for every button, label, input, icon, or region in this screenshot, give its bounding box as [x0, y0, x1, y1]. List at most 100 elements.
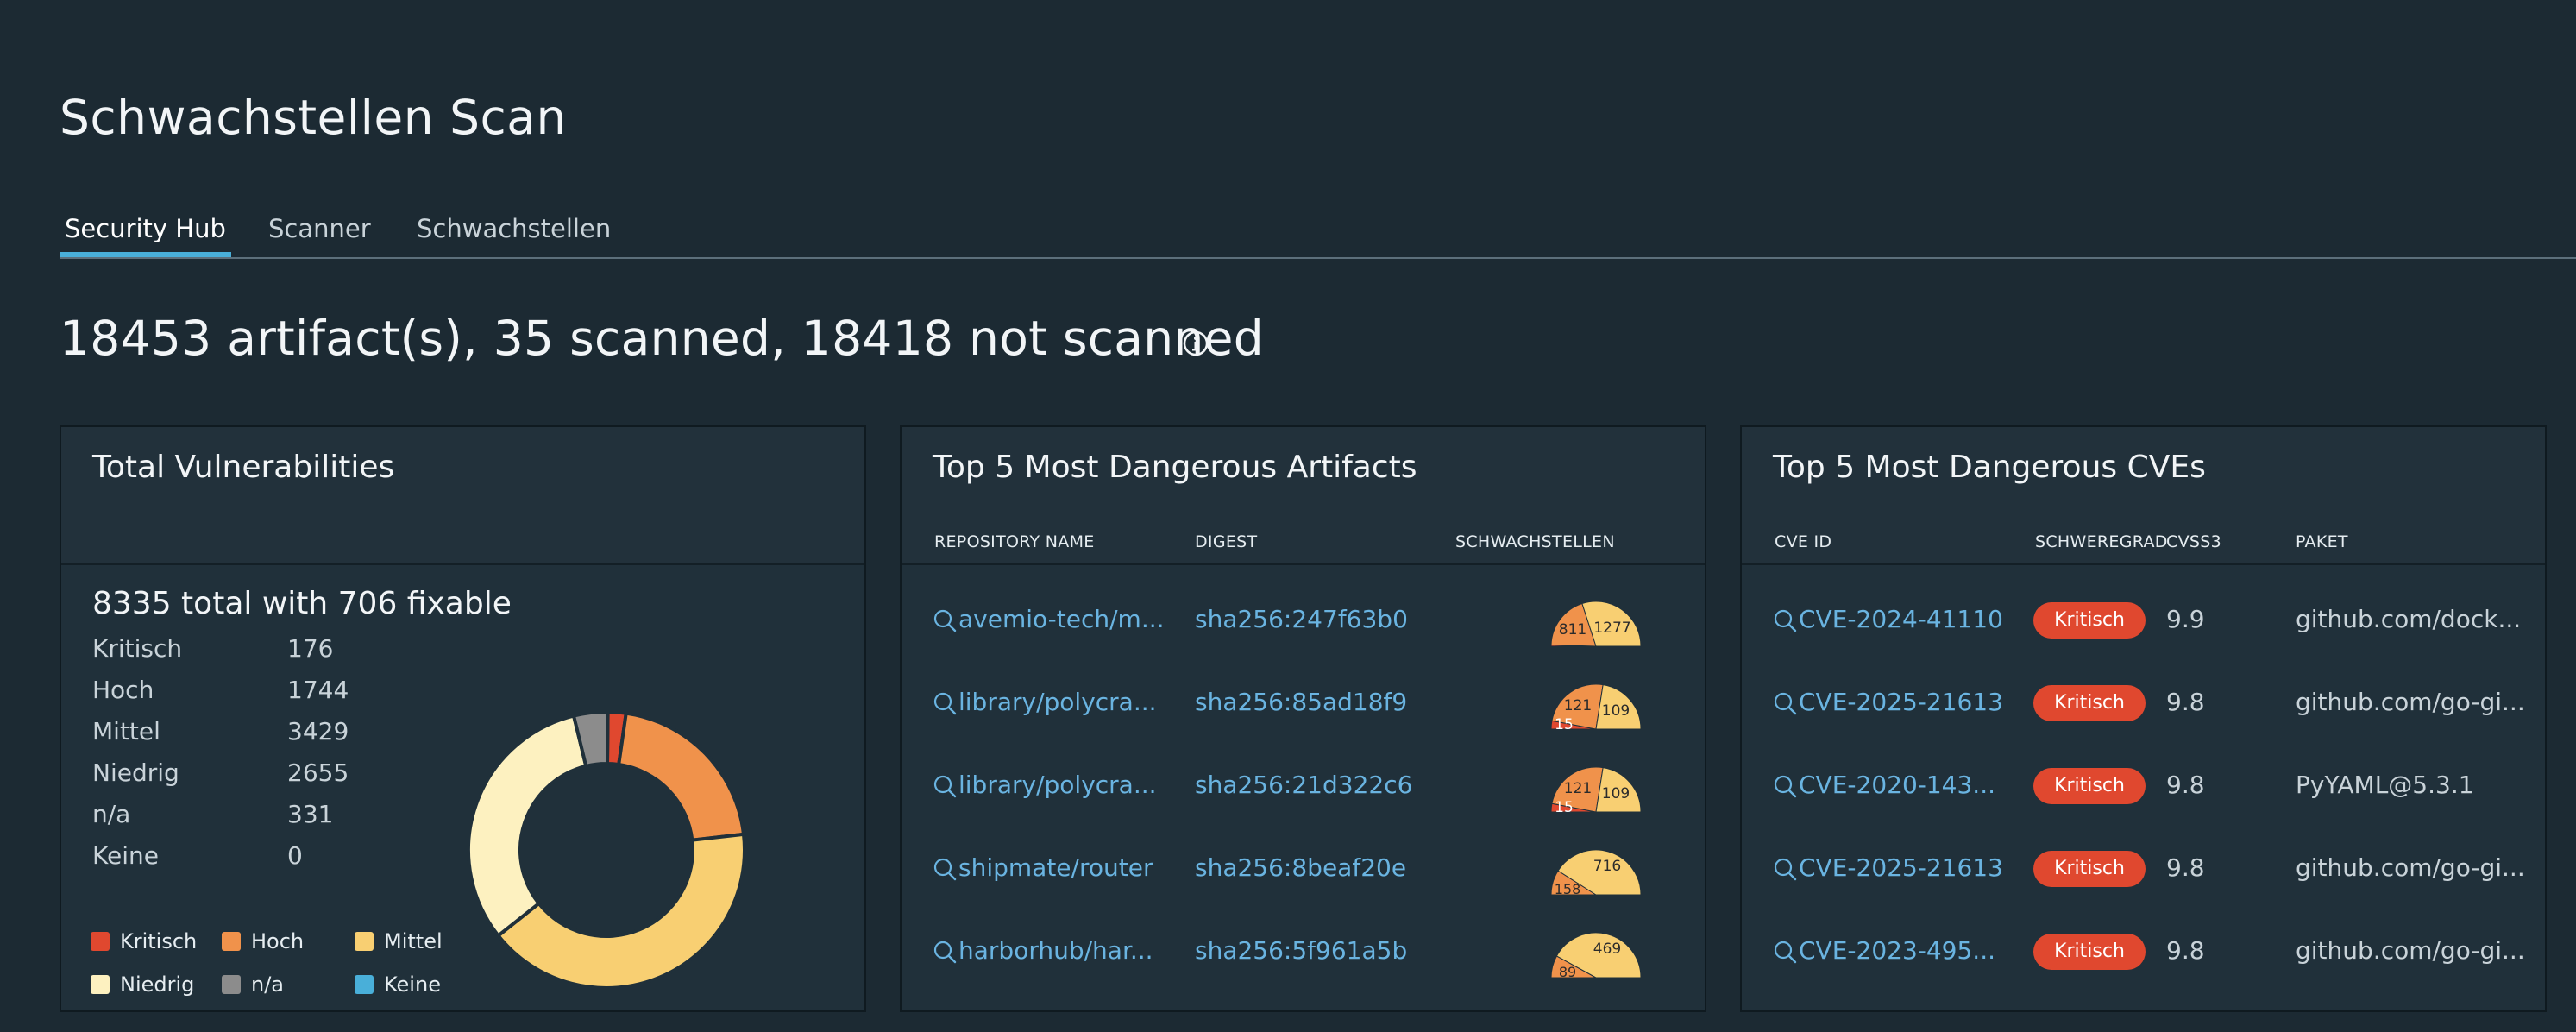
- severity-row-kritisch: Kritisch 176: [92, 634, 333, 663]
- severity-label: Keine: [92, 841, 159, 870]
- artifact-repository-link[interactable]: harborhub/har...: [933, 936, 1183, 965]
- cvss3-score: 9.8: [2166, 688, 2205, 716]
- column-header-schwachstellen[interactable]: SCHWACHSTELLEN: [1455, 532, 1615, 551]
- package-name: github.com/go-gi...: [2296, 936, 2525, 965]
- gauge-label-mittel: 109: [1602, 702, 1630, 720]
- search-icon: [1774, 775, 1797, 798]
- gauge-label-mittel: 1277: [1593, 620, 1630, 637]
- cve-id-link[interactable]: CVE-2025-21613: [1773, 688, 2023, 716]
- artifact-digest-link[interactable]: sha256:21d322c6: [1195, 771, 1436, 799]
- page-title: Schwachstellen Scan: [60, 90, 567, 145]
- search-icon: [933, 775, 957, 798]
- cve-id-link[interactable]: CVE-2023-495...: [1773, 936, 2023, 965]
- cve-id: CVE-2020-143...: [1799, 771, 1996, 799]
- gauge-label-hoch: 811: [1559, 621, 1586, 639]
- gauge-label-hoch: 121: [1564, 697, 1592, 714]
- column-header-cve-id[interactable]: CVE ID: [1775, 532, 1831, 551]
- card-header: Total Vulnerabilities: [61, 427, 864, 565]
- column-header-repository[interactable]: REPOSITORY NAME: [934, 532, 1095, 551]
- artifact-repository-link[interactable]: avemio-tech/m...: [933, 605, 1183, 633]
- artifact-digest-link[interactable]: sha256:5f961a5b: [1195, 936, 1436, 965]
- gauge-label-hoch: 158: [1555, 881, 1581, 897]
- gauge-label-mittel: 469: [1593, 941, 1621, 958]
- cve-id: CVE-2023-495...: [1799, 936, 1996, 965]
- legend-item-hoch[interactable]: Hoch: [222, 929, 304, 953]
- search-icon: [1774, 692, 1797, 715]
- legend-item-na[interactable]: n/a: [222, 972, 284, 997]
- severity-label: Niedrig: [92, 758, 179, 787]
- tab-bar: Security Hub Scanner Schwachstellen: [60, 205, 2576, 259]
- vulnerability-gauge[interactable]: 15 121 109: [1549, 681, 1643, 733]
- vulnerability-gauge[interactable]: 158 716: [1549, 846, 1643, 898]
- severity-badge: Kritisch: [2033, 851, 2146, 887]
- cvss3-score: 9.8: [2166, 936, 2205, 965]
- cve-id-link[interactable]: CVE-2024-41110: [1773, 605, 2023, 633]
- tab-security-hub[interactable]: Security Hub: [60, 214, 231, 257]
- repository-name: avemio-tech/m...: [958, 605, 1165, 633]
- vulnerability-gauge[interactable]: 811 1277: [1549, 598, 1643, 650]
- search-icon: [933, 692, 957, 715]
- artifact-repository-link[interactable]: library/polycra...: [933, 771, 1183, 799]
- column-header-digest[interactable]: DIGEST: [1195, 532, 1257, 551]
- legend-item-kritisch[interactable]: Kritisch: [91, 929, 197, 953]
- package-name: github.com/go-gi...: [2296, 688, 2525, 716]
- search-icon: [1774, 941, 1797, 964]
- legend-label: Mittel: [384, 929, 443, 953]
- tab-scanner[interactable]: Scanner: [263, 214, 376, 243]
- search-icon: [1774, 858, 1797, 881]
- tab-schwachstellen[interactable]: Schwachstellen: [412, 214, 616, 243]
- gauge-label-hoch: 89: [1559, 964, 1576, 980]
- column-header-cvss3[interactable]: CVSS3: [2166, 532, 2221, 551]
- info-icon[interactable]: [1182, 330, 1209, 357]
- vulnerability-gauge[interactable]: 15 121 109: [1549, 764, 1643, 815]
- cve-id-link[interactable]: CVE-2020-143...: [1773, 771, 2023, 799]
- repository-name: library/polycra...: [958, 688, 1157, 716]
- cve-id-link[interactable]: CVE-2025-21613: [1773, 853, 2023, 882]
- gauge-label-mittel: 109: [1602, 785, 1630, 802]
- cvss3-score: 9.9: [2166, 605, 2205, 633]
- legend-item-niedrig[interactable]: Niedrig: [91, 972, 194, 997]
- column-header-schweregrad[interactable]: SCHWEREGRAD: [2035, 532, 2168, 551]
- severity-value: 331: [287, 800, 334, 828]
- legend-swatch: [91, 975, 110, 994]
- card-header: Top 5 Most Dangerous Artifacts REPOSITOR…: [902, 427, 1705, 565]
- severity-label: Hoch: [92, 676, 154, 704]
- gauge-label-hoch: 121: [1564, 780, 1592, 797]
- card-title: Total Vulnerabilities: [92, 450, 395, 485]
- donut-slice-niedrig[interactable]: [467, 714, 588, 939]
- legend-swatch: [355, 932, 374, 951]
- severity-label: Mittel: [92, 717, 160, 746]
- vulnerability-total: 8335 total with 706 fixable: [92, 586, 512, 621]
- artifact-repository-link[interactable]: shipmate/router: [933, 853, 1183, 882]
- column-header-paket[interactable]: PAKET: [2296, 532, 2348, 551]
- artifact-digest-link[interactable]: sha256:247f63b0: [1195, 605, 1436, 633]
- severity-row-keine: Keine 0: [92, 841, 303, 870]
- cvss3-score: 9.8: [2166, 853, 2205, 882]
- severity-row-hoch: Hoch 1744: [92, 676, 349, 704]
- vulnerability-gauge[interactable]: 89 469: [1549, 929, 1643, 981]
- artifact-digest-link[interactable]: sha256:85ad18f9: [1195, 688, 1436, 716]
- artifact-digest-link[interactable]: sha256:8beaf20e: [1195, 853, 1436, 882]
- donut-slice-mittel[interactable]: [495, 832, 746, 990]
- artifact-repository-link[interactable]: library/polycra...: [933, 688, 1183, 716]
- severity-badge: Kritisch: [2033, 685, 2146, 721]
- search-icon: [933, 858, 957, 881]
- scan-summary: 18453 artifact(s), 35 scanned, 18418 not…: [60, 311, 1264, 366]
- donut-slice-hoch[interactable]: [616, 711, 746, 842]
- cvss3-score: 9.8: [2166, 771, 2205, 799]
- legend-item-mittel[interactable]: Mittel: [355, 929, 443, 953]
- legend-swatch: [222, 975, 241, 994]
- legend-item-keine[interactable]: Keine: [355, 972, 441, 997]
- total-vulnerabilities-card: Total Vulnerabilities 8335 total with 70…: [60, 425, 866, 1012]
- legend-label: Keine: [384, 972, 441, 997]
- repository-name: library/polycra...: [958, 771, 1157, 799]
- legend-swatch: [355, 975, 374, 994]
- search-icon: [933, 609, 957, 632]
- cve-id: CVE-2025-21613: [1799, 688, 2003, 716]
- cve-id: CVE-2024-41110: [1799, 605, 2003, 633]
- gauge-label-kritisch: 15: [1555, 799, 1574, 815]
- severity-value: 3429: [287, 717, 349, 746]
- package-name: PyYAML@5.3.1: [2296, 771, 2474, 799]
- severity-label: Kritisch: [92, 634, 183, 663]
- repository-name: shipmate/router: [958, 853, 1153, 882]
